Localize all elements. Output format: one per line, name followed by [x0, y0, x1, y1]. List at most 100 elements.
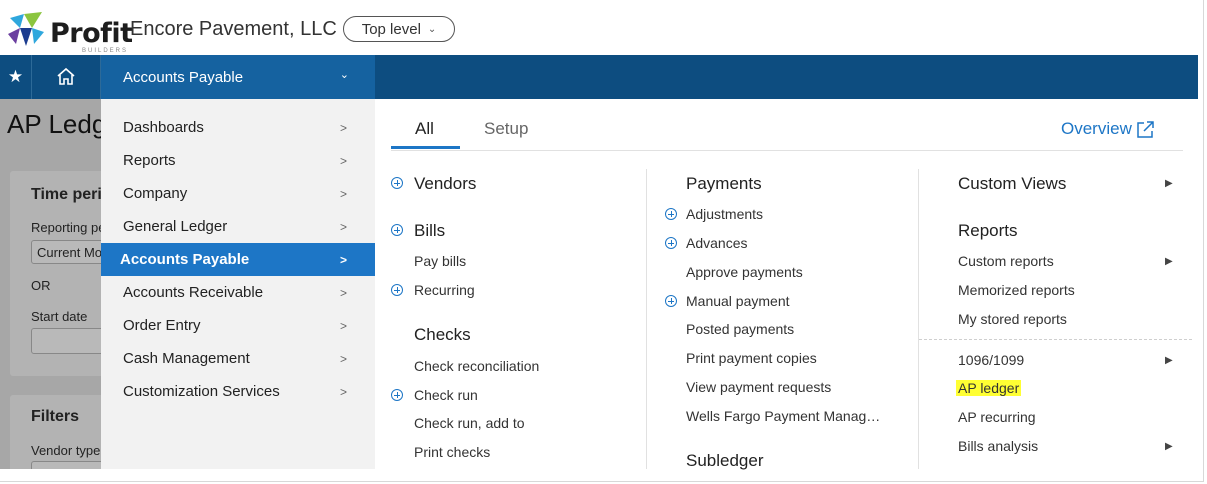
- add-bill-icon[interactable]: [391, 224, 403, 236]
- overview-label: Overview: [1061, 119, 1132, 138]
- custom-views-link[interactable]: Custom Views: [958, 174, 1066, 194]
- module-menu-button[interactable]: Accounts Payable ⌄: [101, 55, 375, 99]
- start-date-label: Start date: [31, 309, 88, 324]
- dashed-divider: [919, 339, 1192, 340]
- chevron-down-icon: ⌄: [427, 23, 437, 35]
- ap-ledger-link[interactable]: AP ledger: [956, 380, 1022, 396]
- column-divider: [646, 169, 647, 469]
- time-period-heading: Time period: [31, 186, 101, 203]
- logo-mark-icon: [8, 12, 44, 46]
- reporting-period-label: Reporting period: [31, 220, 101, 235]
- caret-right-icon[interactable]: ▶: [1165, 178, 1173, 189]
- menu-item-label: Order Entry: [123, 317, 201, 334]
- add-vendor-icon[interactable]: [391, 177, 403, 189]
- filters-heading: Filters: [31, 408, 80, 425]
- menu-item-dashboards[interactable]: Dashboards >: [101, 111, 375, 144]
- menu-item-reports[interactable]: Reports >: [101, 144, 375, 177]
- home-icon[interactable]: [32, 55, 101, 99]
- background-page-overlay: AP Ledger Time period Reporting period C…: [0, 99, 101, 469]
- view-payment-requests-link[interactable]: View payment requests: [686, 379, 831, 395]
- recurring-link[interactable]: Recurring: [414, 282, 475, 298]
- check-run-add-to-link[interactable]: Check run, add to: [414, 415, 525, 431]
- menu-item-accounts-payable[interactable]: Accounts Payable >: [101, 243, 375, 276]
- menu-item-label: Cash Management: [123, 350, 250, 367]
- my-stored-reports-link[interactable]: My stored reports: [958, 311, 1067, 327]
- custom-reports-link[interactable]: Custom reports: [958, 253, 1054, 269]
- approve-payments-link[interactable]: Approve payments: [686, 264, 803, 280]
- menu-item-label: Accounts Receivable: [123, 284, 264, 301]
- chevron-right-icon: >: [340, 384, 348, 399]
- form-1096-1099-link[interactable]: 1096/1099: [958, 352, 1024, 368]
- posted-payments-link[interactable]: Posted payments: [686, 321, 794, 337]
- print-payment-copies-link[interactable]: Print payment copies: [686, 350, 817, 366]
- or-label: OR: [31, 278, 51, 293]
- ap-recurring-link[interactable]: AP recurring: [958, 409, 1036, 425]
- pay-bills-link[interactable]: Pay bills: [414, 253, 466, 269]
- tab-divider: [391, 150, 1183, 151]
- column-divider: [918, 169, 919, 469]
- vendor-type-label: Vendor type: [31, 443, 101, 458]
- check-reconciliation-link[interactable]: Check reconciliation: [414, 358, 539, 374]
- level-label: Top level: [361, 20, 421, 38]
- payments-heading: Payments: [686, 174, 762, 193]
- favorites-star-icon[interactable]: ★: [0, 55, 32, 99]
- menu-item-accounts-receivable[interactable]: Accounts Receivable >: [101, 276, 375, 309]
- manual-payment-link[interactable]: Manual payment: [686, 293, 790, 309]
- chevron-right-icon: >: [340, 219, 348, 234]
- add-recurring-icon[interactable]: [391, 284, 403, 296]
- advances-link[interactable]: Advances: [686, 235, 747, 251]
- tab-setup[interactable]: Setup: [484, 119, 528, 139]
- page-title: AP Ledger: [7, 109, 101, 139]
- external-link-icon: [1137, 120, 1154, 138]
- memorized-reports-link[interactable]: Memorized reports: [958, 282, 1075, 298]
- logo-wordmark: Profit: [50, 18, 133, 49]
- menu-item-order-entry[interactable]: Order Entry >: [101, 309, 375, 342]
- menu-item-general-ledger[interactable]: General Ledger >: [101, 210, 375, 243]
- home-glyph-icon: [57, 67, 75, 85]
- entity-level-dropdown[interactable]: Top level ⌄: [343, 16, 455, 42]
- chevron-right-icon: >: [340, 120, 348, 135]
- logo-subtext: BUILDERS: [82, 48, 129, 54]
- bills-link[interactable]: Bills: [414, 221, 445, 241]
- menu-item-company[interactable]: Company >: [101, 177, 375, 210]
- bills-analysis-link[interactable]: Bills analysis: [958, 438, 1038, 454]
- profit-builders-logo[interactable]: Profit BUILDERS: [6, 10, 133, 54]
- top-header: Profit BUILDERS Encore Pavement, LLC Top…: [0, 0, 1207, 55]
- print-checks-link[interactable]: Print checks: [414, 444, 490, 460]
- tab-all[interactable]: All: [415, 119, 434, 139]
- subledger-heading: Subledger: [686, 451, 764, 470]
- checks-heading: Checks: [414, 325, 471, 344]
- chevron-right-icon: >: [340, 252, 348, 267]
- ap-ledger-highlight: AP ledger: [956, 380, 1022, 396]
- caret-right-icon[interactable]: ▶: [1165, 441, 1173, 452]
- module-menu: Dashboards > Reports > Company > General Le…: [101, 99, 375, 469]
- reporting-period-select[interactable]: Current Month: [31, 240, 101, 264]
- reports-heading: Reports: [958, 221, 1018, 240]
- menu-item-label: General Ledger: [123, 218, 228, 235]
- menu-item-label: Customization Services: [123, 383, 280, 400]
- menu-item-cash-management[interactable]: Cash Management >: [101, 342, 375, 375]
- overview-link[interactable]: Overview: [1061, 119, 1155, 139]
- menu-item-label: Dashboards: [123, 119, 204, 136]
- chevron-right-icon: >: [340, 285, 348, 300]
- caret-right-icon[interactable]: ▶: [1165, 355, 1173, 366]
- check-run-link[interactable]: Check run: [414, 387, 478, 403]
- add-manual-payment-icon[interactable]: [665, 295, 677, 307]
- start-date-input[interactable]: [31, 328, 101, 354]
- chevron-down-icon: ⌄: [339, 69, 349, 81]
- active-tab-indicator: [391, 146, 460, 149]
- adjustments-link[interactable]: Adjustments: [686, 206, 763, 222]
- company-name: Encore Pavement, LLC: [130, 18, 337, 40]
- wells-fargo-payment-manager-link[interactable]: Wells Fargo Payment Manag…: [686, 408, 880, 424]
- vendor-type-select[interactable]: [31, 461, 101, 469]
- chevron-right-icon: >: [340, 351, 348, 366]
- menu-item-customization-services[interactable]: Customization Services >: [101, 375, 375, 408]
- caret-right-icon[interactable]: ▶: [1165, 256, 1173, 267]
- chevron-right-icon: >: [340, 318, 348, 333]
- chevron-right-icon: >: [340, 153, 348, 168]
- vendors-link[interactable]: Vendors: [414, 174, 476, 194]
- add-adjustment-icon[interactable]: [665, 208, 677, 220]
- add-check-run-icon[interactable]: [391, 389, 403, 401]
- add-advance-icon[interactable]: [665, 237, 677, 249]
- chevron-right-icon: >: [340, 186, 348, 201]
